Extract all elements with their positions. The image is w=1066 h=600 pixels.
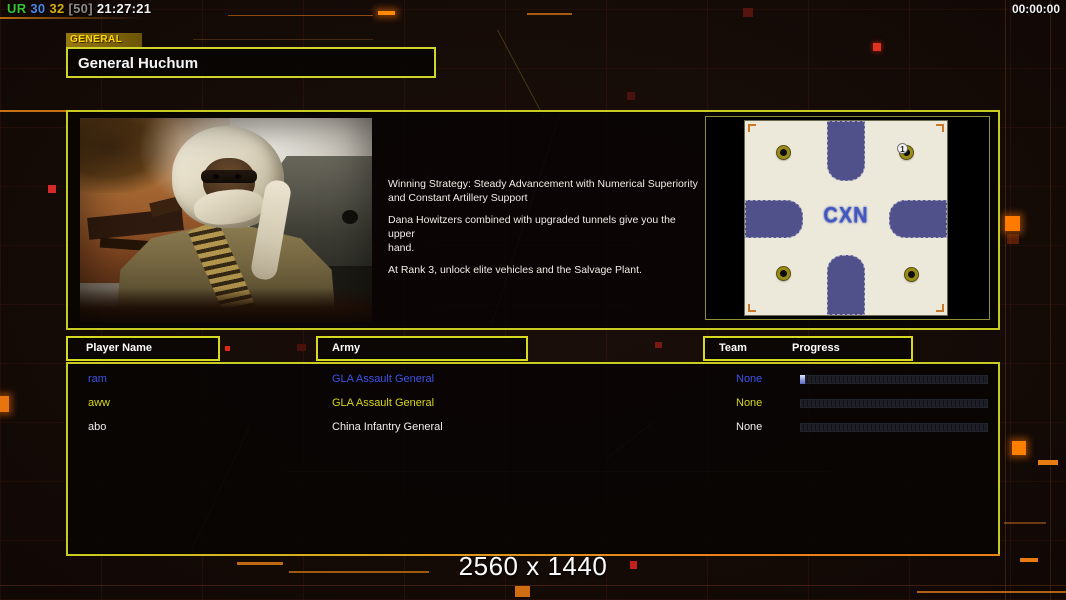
player-row: aww GLA Assault General None — [68, 392, 998, 416]
player-name: abo — [88, 421, 107, 433]
orange-square — [1012, 441, 1026, 455]
red-square — [48, 185, 56, 193]
net-label: UR — [7, 1, 27, 16]
circuit-line — [0, 17, 142, 19]
header-player-name: Player Name — [66, 336, 220, 361]
circuit-line — [917, 591, 1066, 593]
red-square — [225, 346, 230, 351]
dark-red-square — [655, 342, 662, 348]
progress-fill — [800, 375, 805, 384]
player-row: ram GLA Assault General None — [68, 368, 998, 392]
dark-red-square — [297, 344, 306, 351]
general-tab: GENERAL — [66, 33, 142, 47]
map-start-dot — [905, 268, 918, 281]
map-corner-mark — [936, 124, 944, 132]
map-channel-top — [827, 121, 865, 181]
start-position-badge: 1 — [897, 143, 908, 154]
header-label: Team — [719, 342, 747, 354]
clock: 21:27:21 — [96, 1, 152, 16]
fps-value: 30 — [30, 1, 46, 16]
orange-square — [515, 586, 530, 597]
player-name: aww — [88, 397, 111, 409]
player-team: None — [736, 397, 763, 409]
match-timer: 00:00:00 — [1011, 2, 1060, 16]
player-progress-bar — [799, 422, 989, 433]
player-progress-bar — [799, 398, 989, 409]
circuit-line — [527, 13, 572, 15]
map-start-dot — [777, 267, 790, 280]
player-army: GLA Assault General — [332, 373, 435, 385]
minimap-panel: CXN 1 — [705, 116, 990, 320]
gentool-stats-overlay: UR 30 32 [50] 21:27:21 — [7, 1, 155, 16]
map-corner-mark — [936, 304, 944, 312]
general-portrait — [80, 118, 372, 322]
circuit-dash — [378, 11, 395, 15]
resolution-watermark: 2560 x 1440 — [458, 551, 608, 581]
general-name-box: General Huchum — [66, 47, 436, 78]
header-label: Player Name — [86, 342, 153, 354]
map-start-dot — [777, 146, 790, 159]
map-preview: CXN 1 — [745, 121, 947, 315]
dark-red-square — [743, 8, 753, 17]
player-army: GLA Assault General — [332, 397, 435, 409]
circuit-line — [1050, 0, 1051, 600]
circuit-line — [228, 15, 373, 16]
orange-square — [0, 396, 9, 412]
map-corner-mark — [748, 124, 756, 132]
orange-square — [1005, 216, 1020, 231]
circuit-line — [0, 110, 70, 112]
header-team-progress: Team Progress — [703, 336, 913, 361]
strategy-line: Dana Howitzers combined with upgraded tu… — [388, 214, 676, 254]
selected-general-name: General Huchum — [78, 55, 199, 72]
map-channel-bottom — [827, 255, 865, 315]
player-progress-bar — [799, 374, 989, 385]
circuit-line — [193, 39, 373, 40]
strategy-line: At Rank 3, unlock elite vehicles and the… — [388, 264, 642, 277]
game-screen: UR 30 32 [50] 21:27:21 00:00:00 GENERAL Gene… — [0, 0, 1066, 600]
header-label: Army — [332, 342, 361, 354]
general-info-panel: Winning Strategy: Steady Advancement wit… — [66, 110, 1000, 330]
player-team: None — [736, 373, 763, 385]
orange-square — [1007, 234, 1019, 244]
player-name: ram — [88, 373, 107, 385]
circuit-line — [1004, 522, 1046, 524]
map-corner-mark — [748, 304, 756, 312]
red-square — [873, 43, 881, 51]
orange-dash — [1038, 460, 1058, 465]
map-center-label: CXN — [823, 203, 869, 229]
player-team: None — [736, 421, 763, 433]
header-army: Army — [316, 336, 528, 361]
circuit-line — [0, 585, 1066, 586]
portrait-vignette — [80, 118, 372, 322]
header-label: Progress — [792, 342, 840, 354]
player-row: abo China Infantry General None — [68, 416, 998, 440]
dark-red-square — [627, 92, 635, 100]
strategy-line: Winning Strategy: Steady Advancement wit… — [388, 178, 698, 204]
player-list-panel: ram GLA Assault General None aww GLA Ass… — [66, 362, 1000, 556]
player-army: China Infantry General — [332, 421, 443, 433]
latency-cap: [50] — [68, 1, 93, 16]
latency-value: 32 — [49, 1, 65, 16]
circuit-line — [1005, 0, 1006, 600]
strategy-text: Winning Strategy: Steady Advancement wit… — [388, 178, 704, 287]
